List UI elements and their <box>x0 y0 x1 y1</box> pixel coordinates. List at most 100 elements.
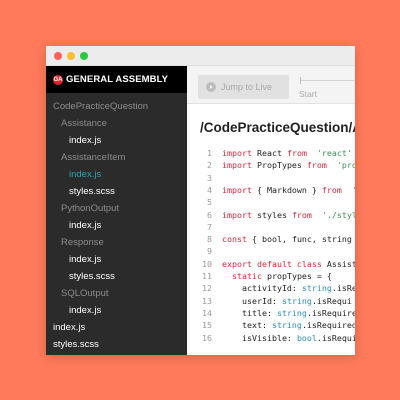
file-tree-sidebar: GA GENERAL ASSEMBLY CodePracticeQuestion… <box>46 66 187 355</box>
line-number: 11 <box>202 271 212 281</box>
tree-file[interactable]: index.js <box>46 166 187 183</box>
line-number: 6 <box>207 209 212 220</box>
line-code: title: string.isRequire <box>222 307 355 319</box>
line-code: import PropTypes from 'prop <box>222 159 355 171</box>
code-token: activityId: <box>222 283 302 294</box>
ga-logo-icon: GA <box>53 75 63 85</box>
code-token: import <box>222 160 257 171</box>
main-panel: Jump to Live Start /CodePracticeQuestion… <box>187 66 355 355</box>
code-token: string <box>276 307 307 318</box>
timeline-start-label: Start <box>299 89 317 99</box>
minimize-window-button[interactable] <box>67 52 75 60</box>
code-token: text: <box>222 320 272 331</box>
tree-folder[interactable]: PythonOutput <box>46 200 187 217</box>
jump-to-live-button[interactable]: Jump to Live <box>198 75 289 99</box>
code-editor[interactable]: 1 import React from 'react' 2 import PropTy… <box>187 147 355 355</box>
code-token: title: <box>222 307 277 318</box>
line-code: isVisible: bool.isRequi <box>222 332 355 344</box>
code-token: from <box>286 148 312 158</box>
brand-header: GA GENERAL ASSEMBLY <box>46 66 187 93</box>
play-icon <box>206 82 216 92</box>
code-token: import <box>222 148 257 158</box>
line-number: 14 <box>202 307 212 318</box>
code-token: .isRequire <box>306 307 355 318</box>
code-token: styles <box>256 209 292 220</box>
code-token: from <box>291 209 317 220</box>
tree-file[interactable]: index.js <box>46 302 187 319</box>
line-number: 15 <box>202 320 212 331</box>
line-number: 16 <box>202 332 212 343</box>
tree-file[interactable]: styles.scss <box>46 268 187 285</box>
code-token: const <box>222 234 252 245</box>
code-token: string <box>281 295 312 306</box>
line-code: static propTypes = { <box>222 270 332 282</box>
playback-toolbar: Jump to Live Start <box>187 66 355 104</box>
tree-folder[interactable]: SQLOutput <box>46 285 187 302</box>
tree-folder[interactable]: Response <box>46 234 187 251</box>
code-token: .isRequi <box>316 332 355 343</box>
code-token: PropTypes <box>256 160 307 171</box>
code-token: './style <box>321 209 355 220</box>
line-number: 3 <box>207 172 212 183</box>
line-number: 13 <box>202 295 212 306</box>
jump-to-live-label: Jump to Live <box>221 82 273 92</box>
code-token: string <box>301 283 332 294</box>
code-token: import <box>222 184 257 195</box>
tree-file[interactable]: styles.scss <box>46 336 187 353</box>
window-titlebar <box>46 46 355 66</box>
code-token: export default class <box>222 258 327 269</box>
code-token: 'react' <box>311 148 352 158</box>
line-code: text: string.isRequired <box>222 319 355 331</box>
code-token: 'prop <box>336 160 355 171</box>
code-token: 'b <box>347 185 355 195</box>
tree-file[interactable]: index.js <box>46 217 187 234</box>
line-number: 4 <box>207 184 212 195</box>
maximize-window-button[interactable] <box>80 52 88 60</box>
line-number: 9 <box>207 246 212 257</box>
close-window-button[interactable] <box>54 52 62 60</box>
code-token: string <box>271 320 302 331</box>
timeline-slider[interactable] <box>300 80 355 81</box>
code-token: from <box>321 184 347 195</box>
code-token: isVisible: <box>222 332 297 343</box>
line-code: const { bool, func, string <box>222 233 355 245</box>
code-token: import <box>222 209 257 220</box>
brand-name: GENERAL ASSEMBLY <box>66 74 169 85</box>
line-code: import styles from './style <box>222 209 355 221</box>
code-token: bool <box>296 332 317 343</box>
code-token: static <box>232 271 267 281</box>
code-token: from <box>306 160 332 171</box>
line-code: import { Markdown } from 'b <box>222 184 355 196</box>
tree-folder[interactable]: AssistanceItem <box>46 149 187 166</box>
line-number: 12 <box>202 283 212 294</box>
app-window: GA GENERAL ASSEMBLY CodePracticeQuestion… <box>46 46 355 355</box>
code-token: React <box>256 148 287 158</box>
line-number: 10 <box>202 258 212 269</box>
tree-file[interactable]: index.js <box>46 251 187 268</box>
line-code: import React from 'react' <box>222 147 352 159</box>
tree-file[interactable]: index.js <box>46 132 187 149</box>
code-token: .isRe <box>331 283 355 294</box>
code-token: .isRequi <box>311 295 352 306</box>
code-token: { Markdown } <box>256 184 322 195</box>
line-number: 2 <box>207 160 212 171</box>
code-token: userId: <box>222 295 282 306</box>
line-code: export default class Assist <box>222 258 355 270</box>
line-number: 7 <box>207 221 212 232</box>
line-number: 1 <box>207 148 212 158</box>
timeline-slider-handle[interactable] <box>300 77 301 84</box>
code-token: Assist <box>326 258 355 269</box>
line-code: userId: string.isRequi <box>222 295 352 307</box>
tree-folder[interactable]: Assistance <box>46 115 187 132</box>
tree-file[interactable]: index.js <box>46 319 187 336</box>
code-token: .isRequired <box>301 320 355 331</box>
file-path-title: /CodePracticeQuestion/Assi <box>200 120 355 135</box>
code-token: propTypes = { <box>266 271 332 281</box>
line-number: 5 <box>207 197 212 208</box>
tree-folder[interactable]: CodePracticeQuestion <box>46 98 187 115</box>
line-code: activityId: string.isRe <box>222 282 355 294</box>
tree-file[interactable]: styles.scss <box>46 183 187 200</box>
line-number: 8 <box>207 234 212 245</box>
code-token: { bool, func, string <box>251 234 355 245</box>
